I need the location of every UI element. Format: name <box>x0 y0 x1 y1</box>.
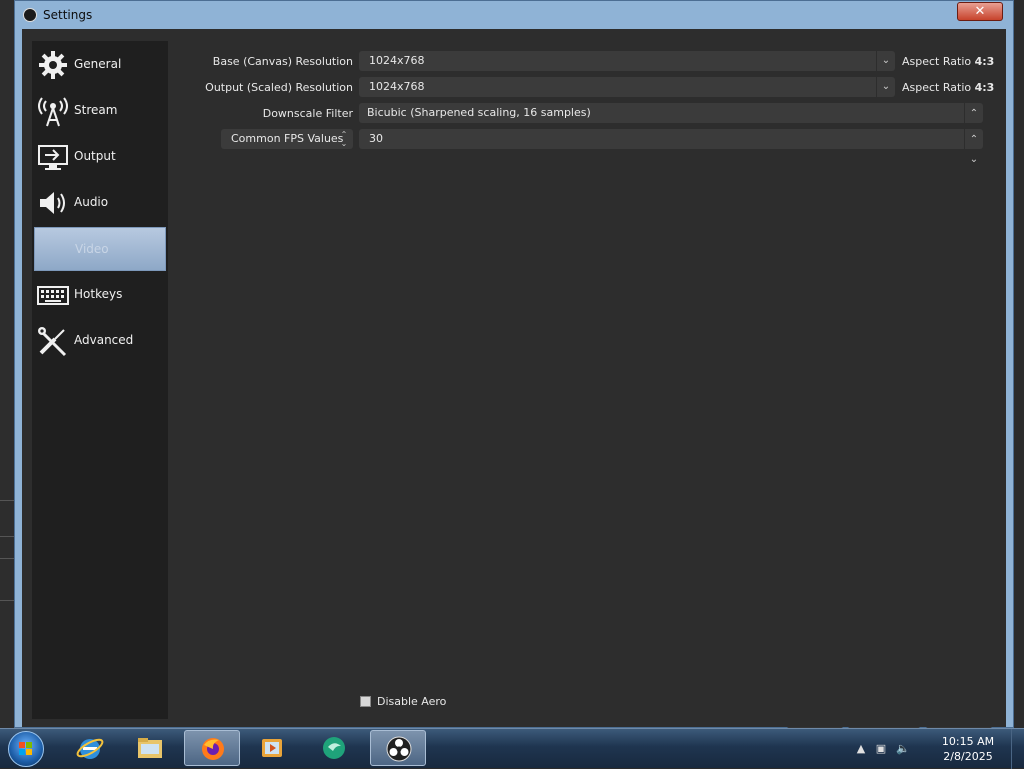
sidebar-item-advanced[interactable]: Advanced <box>34 319 166 363</box>
show-hidden-icons-icon[interactable]: ▲ <box>854 742 868 756</box>
aspect-ratio-label: Aspect Ratio <box>902 81 972 94</box>
clock[interactable]: 10:15 AM 2/8/2025 <box>938 734 998 764</box>
green-app-icon <box>323 737 345 759</box>
clock-time: 10:15 AM <box>941 735 995 748</box>
up-down-arrows-icon[interactable]: ⌃⌄ <box>964 103 983 139</box>
taskbar-firefox[interactable] <box>184 730 240 766</box>
disable-aero-label: Disable Aero <box>377 695 447 708</box>
start-button[interactable] <box>8 731 44 767</box>
base-resolution-value: 1024x768 <box>369 54 425 67</box>
windows-logo-icon <box>19 742 33 756</box>
internet-explorer-icon <box>76 738 104 759</box>
close-button[interactable]: ✕ <box>957 2 1003 21</box>
speaker-icon <box>40 192 65 214</box>
sidebar-item-video[interactable]: Video <box>34 227 166 271</box>
output-aspect-ratio: Aspect Ratio 4:3 <box>902 81 994 94</box>
taskbar-green-app[interactable] <box>306 730 362 766</box>
up-down-arrows-icon[interactable]: ⌃⌄ <box>335 129 353 150</box>
base-resolution-row: Base (Canvas) Resolution 1024x768 ⌄ Aspe… <box>22 51 1012 71</box>
volume-muted-icon[interactable]: 🔈 <box>896 742 910 756</box>
output-resolution-combo[interactable]: 1024x768 ⌄ <box>359 77 895 97</box>
sidebar-item-label: Hotkeys <box>74 287 123 301</box>
system-tray: ▲ ▣ 🔈 10:15 AM 2/8/2025 <box>854 729 1024 769</box>
obs-icon <box>386 736 412 762</box>
chevron-down-icon[interactable]: ⌄ <box>876 51 895 71</box>
sidebar-item-label: Advanced <box>74 333 134 347</box>
obs-app-icon <box>23 8 37 22</box>
sidebar-item-hotkeys[interactable]: Hotkeys <box>34 273 166 317</box>
downscale-filter-value: Bicubic (Sharpened scaling, 16 samples) <box>367 106 591 119</box>
base-resolution-combo[interactable]: 1024x768 ⌄ <box>359 51 895 71</box>
settings-client-area: General Stream Output Audio Video Hotkey… <box>22 29 1006 747</box>
fps-row: Common FPS Values ⌃ ⌄ 30 ⌃ ⌄ <box>22 129 1012 165</box>
disable-aero-checkbox[interactable] <box>360 696 371 707</box>
output-resolution-label: Output (Scaled) Resolution <box>205 81 353 94</box>
sidebar-item-label: Audio <box>74 195 109 209</box>
network-icon[interactable]: ▣ <box>874 742 888 756</box>
sidebar-item-label: Video <box>75 242 109 256</box>
firefox-icon <box>202 738 224 760</box>
fps-type-combo[interactable]: Common FPS Values ⌃ ⌄ <box>221 129 353 149</box>
file-explorer-icon <box>138 738 162 758</box>
media-player-icon <box>262 739 282 757</box>
downscale-filter-row: Downscale Filter Bicubic (Sharpened scal… <box>22 103 1012 139</box>
taskbar-file-explorer[interactable] <box>122 730 178 766</box>
show-desktop-button[interactable] <box>1011 729 1024 769</box>
window-title: Settings <box>43 8 93 22</box>
output-resolution-value: 1024x768 <box>369 80 425 93</box>
chevron-down-icon[interactable]: ⌄ <box>876 77 895 97</box>
aspect-ratio-label: Aspect Ratio <box>902 55 972 68</box>
taskbar-obs[interactable] <box>370 730 426 766</box>
fps-value-combo[interactable]: 30 ⌃ ⌄ <box>359 129 983 165</box>
keyboard-icon <box>37 286 69 305</box>
clock-date: 2/8/2025 <box>943 750 993 763</box>
taskbar-media-player[interactable] <box>244 730 300 766</box>
sidebar-item-label: Output <box>74 149 116 163</box>
taskbar-internet-explorer[interactable] <box>62 730 118 766</box>
output-resolution-row: Output (Scaled) Resolution 1024x768 ⌄ As… <box>22 77 1012 97</box>
title-bar[interactable]: Settings ✕ <box>15 1 1013 29</box>
fps-type-value: Common FPS Values <box>231 132 344 145</box>
taskbar: ▲ ▣ 🔈 10:15 AM 2/8/2025 <box>0 728 1024 769</box>
sidebar-item-audio[interactable]: Audio <box>34 181 166 225</box>
downscale-filter-combo[interactable]: Bicubic (Sharpened scaling, 16 samples) … <box>359 103 983 139</box>
settings-window: Settings ✕ General Stream Output Audio V… <box>14 0 1014 747</box>
downscale-filter-label: Downscale Filter <box>262 107 353 120</box>
fps-value: 30 <box>369 132 383 145</box>
aspect-ratio-value: 4:3 <box>974 55 995 68</box>
base-resolution-label: Base (Canvas) Resolution <box>212 55 353 68</box>
base-aspect-ratio: Aspect Ratio 4:3 <box>902 55 994 68</box>
wrench-screwdriver-icon <box>38 327 67 357</box>
aspect-ratio-value: 4:3 <box>974 81 995 94</box>
up-down-arrows-icon[interactable]: ⌃⌄ <box>964 129 983 165</box>
